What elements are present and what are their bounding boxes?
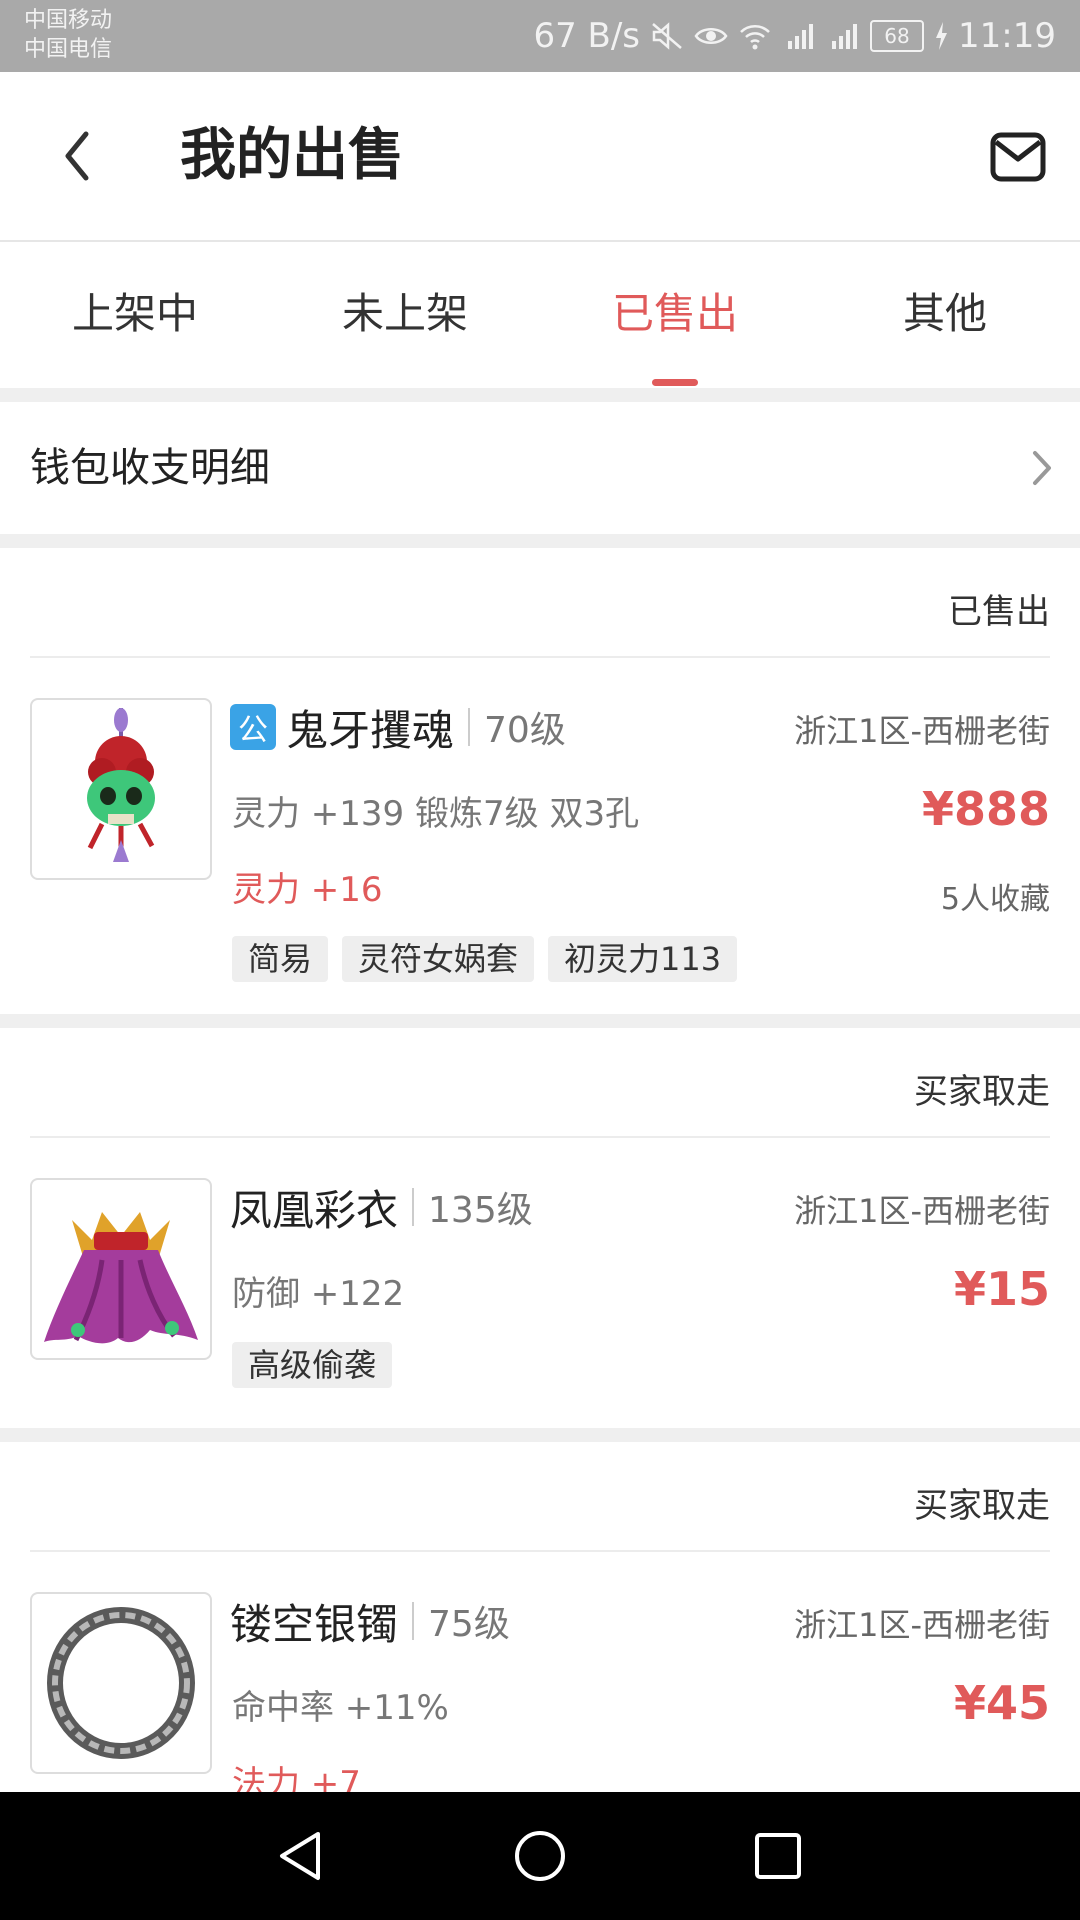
item-attribute: 防御 +122 bbox=[232, 1274, 405, 1314]
sold-item-card[interactable]: 买家取走 凤凰彩衣 135级 浙江1区-西栅老街 防御 +122 ¥15 高级偷… bbox=[0, 1028, 1080, 1428]
mute-icon bbox=[652, 22, 682, 50]
item-tags: 高级偷袭 bbox=[232, 1342, 393, 1388]
home-circle-icon[interactable] bbox=[510, 1826, 570, 1886]
item-thumbnail bbox=[30, 1592, 212, 1774]
item-server: 浙江1区-西栅老街 bbox=[794, 712, 1050, 750]
item-tag: 初灵力113 bbox=[548, 936, 738, 982]
item-tags: 简易 灵符女娲套 初灵力113 bbox=[232, 936, 738, 982]
clock: 11:19 bbox=[958, 16, 1056, 56]
item-title-row: 公 鬼牙攫魂 70级 bbox=[230, 698, 566, 756]
tab-label: 已售出 bbox=[611, 289, 738, 338]
back-triangle-icon[interactable] bbox=[272, 1826, 332, 1886]
app-header: 我的出售 bbox=[0, 72, 1080, 242]
item-bonus-attribute: 法力 +7 bbox=[232, 1764, 361, 1792]
item-price: ¥888 bbox=[921, 782, 1050, 836]
item-price: ¥15 bbox=[953, 1262, 1050, 1316]
item-bonus-attribute: 灵力 +16 bbox=[232, 870, 383, 910]
tab-label: 未上架 bbox=[341, 289, 468, 338]
eye-icon bbox=[694, 28, 728, 44]
tab-label: 其他 bbox=[902, 289, 987, 338]
divider bbox=[30, 1550, 1050, 1552]
battery-icon: 68 bbox=[870, 20, 925, 52]
item-thumbnail bbox=[30, 698, 212, 880]
favorites-count: 5人收藏 bbox=[940, 882, 1050, 917]
section-gap bbox=[0, 388, 1080, 402]
section-gap bbox=[0, 1014, 1080, 1028]
sold-item-card[interactable]: 已售出 公 鬼牙攫魂 70级 浙江1区-西栅老街 灵力 +139 锻炼7级 双3… bbox=[0, 548, 1080, 1014]
network-speed: 67 B/s bbox=[533, 16, 641, 56]
wallet-label: 钱包收支明细 bbox=[30, 445, 270, 491]
tab-bar: 上架中 未上架 已售出 其他 bbox=[0, 242, 1080, 386]
tab-other[interactable]: 其他 bbox=[810, 242, 1080, 386]
divider bbox=[412, 1602, 415, 1640]
recents-square-icon[interactable] bbox=[748, 1826, 808, 1886]
tab-sold[interactable]: 已售出 bbox=[540, 242, 810, 386]
mail-icon[interactable] bbox=[990, 132, 1046, 182]
item-name: 镂空银镯 bbox=[230, 1599, 399, 1649]
carrier-info: 中国移动 中国电信 bbox=[24, 6, 112, 64]
carrier-1: 中国移动 bbox=[24, 8, 113, 33]
item-level: 75级 bbox=[428, 1604, 510, 1645]
item-name: 凤凰彩衣 bbox=[230, 1185, 399, 1235]
order-status: 已售出 bbox=[948, 592, 1050, 632]
item-attribute: 灵力 +139 锻炼7级 双3孔 bbox=[232, 794, 640, 834]
item-server: 浙江1区-西栅老街 bbox=[794, 1606, 1050, 1644]
public-badge: 公 bbox=[230, 704, 276, 750]
sold-item-card[interactable]: 买家取走 镂空银镯 75级 浙江1区-西栅老街 命中率 +11% ¥45 法力 … bbox=[0, 1442, 1080, 1792]
item-price: ¥45 bbox=[953, 1676, 1050, 1730]
phoenix-robe-image bbox=[44, 1212, 198, 1344]
system-nav-bar bbox=[0, 1792, 1080, 1920]
wallet-details-row[interactable]: 钱包收支明细 bbox=[0, 402, 1080, 534]
divider bbox=[468, 708, 471, 746]
signal-4g-icon bbox=[832, 24, 858, 49]
skull-pendant-image bbox=[87, 708, 155, 862]
carrier-2: 中国电信 bbox=[24, 37, 113, 62]
status-bar: 中国移动 中国电信 67 B/s 68 11:19 bbox=[0, 0, 1080, 72]
item-thumbnail bbox=[30, 1178, 212, 1360]
tab-not-listed[interactable]: 未上架 bbox=[270, 242, 540, 386]
item-level: 135级 bbox=[428, 1190, 533, 1231]
back-arrow-icon[interactable] bbox=[54, 124, 114, 188]
page-title: 我的出售 bbox=[180, 123, 404, 188]
status-icons: 67 B/s 68 11:19 bbox=[533, 0, 1056, 72]
item-level: 70级 bbox=[484, 710, 566, 751]
silver-bracelet-image bbox=[47, 1607, 195, 1759]
item-title-row: 镂空银镯 75级 bbox=[230, 1592, 510, 1650]
divider bbox=[30, 1136, 1050, 1138]
order-status: 买家取走 bbox=[914, 1072, 1050, 1112]
section-gap bbox=[0, 534, 1080, 548]
item-server: 浙江1区-西栅老街 bbox=[794, 1192, 1050, 1230]
item-name: 鬼牙攫魂 bbox=[286, 705, 455, 755]
active-tab-indicator bbox=[652, 379, 698, 386]
wifi-icon bbox=[740, 25, 770, 50]
tab-label: 上架中 bbox=[71, 289, 198, 338]
order-status: 买家取走 bbox=[914, 1486, 1050, 1526]
divider bbox=[412, 1188, 415, 1226]
section-gap bbox=[0, 1428, 1080, 1442]
tab-on-sale[interactable]: 上架中 bbox=[0, 242, 270, 386]
charging-icon bbox=[936, 22, 948, 50]
divider bbox=[30, 656, 1050, 658]
item-title-row: 凤凰彩衣 135级 bbox=[230, 1178, 533, 1236]
item-tag: 简易 bbox=[232, 936, 329, 982]
item-tag: 高级偷袭 bbox=[232, 1342, 393, 1388]
item-tag: 灵符女娲套 bbox=[342, 936, 535, 982]
item-attribute: 命中率 +11% bbox=[232, 1688, 449, 1728]
signal-2g-icon bbox=[788, 24, 814, 49]
chevron-right-icon bbox=[1033, 451, 1051, 485]
